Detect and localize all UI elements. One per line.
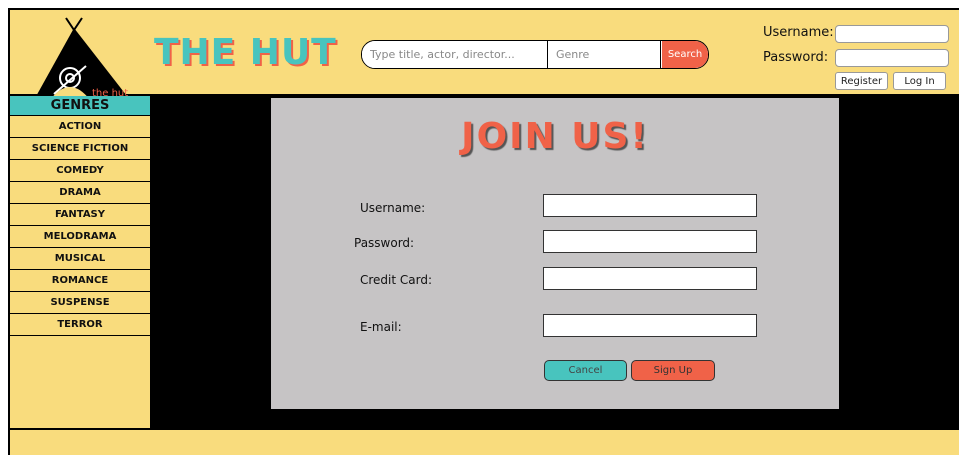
genres-sidebar: GENRES ACTION SCIENCE FICTION COMEDY DRA… (8, 96, 152, 428)
search-bar: Search (361, 40, 709, 69)
sidebar-item-musical[interactable]: MUSICAL (10, 248, 150, 270)
sidebar-item-comedy[interactable]: COMEDY (10, 160, 150, 182)
password-label: Password: (354, 236, 415, 250)
email-label: E-mail: (360, 320, 402, 334)
search-genre-input[interactable] (549, 41, 661, 68)
sidebar-item-science-fiction[interactable]: SCIENCE FICTION (10, 138, 150, 160)
login-username-input[interactable] (835, 25, 949, 43)
password-field[interactable] (543, 230, 757, 253)
main-content: JOIN US! Username: Password: Credit Card… (152, 96, 959, 428)
register-button[interactable]: Register (835, 72, 888, 90)
sidebar-item-romance[interactable]: ROMANCE (10, 270, 150, 292)
header: the hut THE HUT Search Username: Passwor… (8, 8, 959, 100)
credit-card-label: Credit Card: (360, 273, 433, 287)
login-password-input[interactable] (835, 49, 949, 67)
username-label: Username: (360, 201, 426, 215)
join-title: JOIN US! (461, 116, 649, 157)
signup-panel: JOIN US! Username: Password: Credit Card… (271, 98, 839, 409)
search-button[interactable]: Search (662, 41, 708, 68)
brand-title[interactable]: THE HUT (154, 32, 337, 73)
cancel-button[interactable]: Cancel (544, 360, 627, 381)
sidebar-item-suspense[interactable]: SUSPENSE (10, 292, 150, 314)
email-field[interactable] (543, 314, 757, 337)
sidebar-item-action[interactable]: ACTION (10, 116, 150, 138)
sidebar-item-melodrama[interactable]: MELODRAMA (10, 226, 150, 248)
footer (8, 428, 959, 455)
login-button[interactable]: Log In (893, 72, 946, 90)
sidebar-item-drama[interactable]: DRAMA (10, 182, 150, 204)
teepee-logo-icon[interactable]: the hut (30, 16, 150, 100)
login-username-label: Username: (763, 25, 834, 40)
search-title-input[interactable] (362, 41, 548, 68)
sidebar-item-fantasy[interactable]: FANTASY (10, 204, 150, 226)
page: the hut THE HUT Search Username: Passwor… (0, 0, 959, 455)
credit-card-field[interactable] (543, 267, 757, 290)
sign-up-button[interactable]: Sign Up (631, 360, 715, 381)
genres-heading: GENRES (10, 96, 150, 116)
sidebar-item-terror[interactable]: TERROR (10, 314, 150, 336)
login-password-label: Password: (763, 50, 829, 65)
username-field[interactable] (543, 194, 757, 217)
